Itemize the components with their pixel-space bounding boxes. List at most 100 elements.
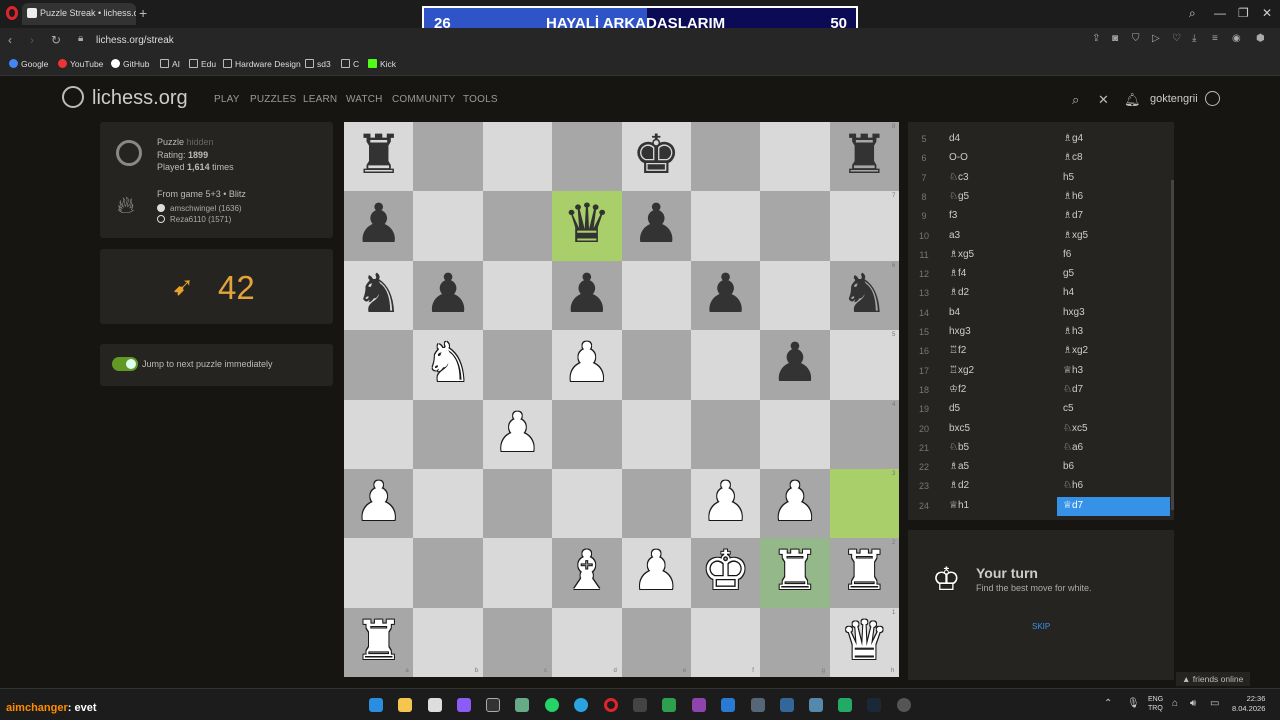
white-player[interactable]: amschwingel (1636): [157, 204, 242, 213]
move-black[interactable]: ♗c8: [1063, 152, 1083, 163]
bookmark-github[interactable]: GitHub: [111, 59, 149, 69]
piece-h2[interactable]: ♜: [830, 538, 899, 607]
app-icon[interactable]: [751, 698, 765, 712]
piece-a1[interactable]: ♜: [344, 608, 413, 677]
network-icon[interactable]: ⌂: [1172, 698, 1178, 709]
profile-icon[interactable]: ◉: [1232, 33, 1241, 44]
square-g8[interactable]: [760, 122, 830, 192]
square-f4[interactable]: [690, 399, 761, 469]
piece-a7[interactable]: ♟: [344, 191, 413, 260]
nav-watch[interactable]: WATCH: [346, 94, 383, 105]
piece-f3[interactable]: ♟: [691, 469, 760, 538]
bookmark-c[interactable]: C: [341, 59, 359, 69]
square-a2[interactable]: [344, 538, 414, 608]
square-c1[interactable]: [482, 607, 553, 678]
piece-e8[interactable]: ♚: [622, 122, 691, 191]
move-white[interactable]: ♖xg2: [949, 365, 974, 376]
square-g4[interactable]: [760, 399, 830, 469]
piece-f6[interactable]: ♟: [691, 261, 760, 330]
language-indicator[interactable]: ENG TRQ: [1148, 695, 1163, 713]
square-c7[interactable]: [482, 191, 553, 261]
battery-icon[interactable]: ▭: [1210, 698, 1219, 709]
square-b2[interactable]: [413, 538, 483, 608]
move-black[interactable]: c5: [1063, 403, 1074, 414]
browser-tab[interactable]: Puzzle Streak • lichess.org: [22, 3, 136, 25]
square-f5[interactable]: [690, 330, 761, 400]
square-g7[interactable]: [760, 191, 830, 261]
file-explorer-icon[interactable]: [398, 698, 412, 712]
square-e4[interactable]: [621, 399, 691, 469]
from-game-link[interactable]: From game 5+3 • Blitz: [157, 189, 246, 199]
app-icon[interactable]: [457, 698, 471, 712]
move-white[interactable]: ♗d2: [949, 480, 969, 491]
friends-online-button[interactable]: ▲ friends online: [1176, 672, 1250, 686]
back-icon[interactable]: ‹: [8, 33, 12, 47]
close-window-icon[interactable]: ✕: [1262, 6, 1272, 20]
square-a5[interactable]: [344, 330, 414, 400]
move-white[interactable]: bxc5: [949, 423, 970, 434]
move-white[interactable]: b4: [949, 307, 960, 318]
maximize-icon[interactable]: ❐: [1238, 6, 1249, 20]
piece-b5[interactable]: ♞: [413, 330, 482, 399]
square-d3[interactable]: [552, 468, 622, 539]
piece-g3[interactable]: ♟: [760, 469, 829, 538]
share-icon[interactable]: ⇪: [1092, 33, 1100, 44]
move-black[interactable]: ♕h3: [1063, 365, 1083, 376]
square-f8[interactable]: [690, 122, 761, 192]
camera-icon[interactable]: ◙: [1112, 33, 1118, 44]
move-black[interactable]: ♗xg2: [1063, 345, 1088, 356]
square-e3[interactable]: [621, 468, 691, 539]
square-g6[interactable]: [760, 260, 830, 331]
move-white[interactable]: ♘c3: [949, 172, 969, 183]
app-icon[interactable]: [897, 698, 911, 712]
app-icon[interactable]: [780, 698, 794, 712]
nav-tools[interactable]: TOOLS: [463, 94, 498, 105]
square-h3[interactable]: [829, 468, 900, 539]
piece-e2[interactable]: ♟: [622, 538, 691, 607]
square-b7[interactable]: [413, 191, 483, 261]
bookmark-edu[interactable]: Edu: [189, 59, 216, 69]
piece-d6[interactable]: ♟: [552, 261, 621, 330]
square-b3[interactable]: [413, 468, 483, 539]
forward-icon[interactable]: ›: [30, 33, 34, 47]
move-black[interactable]: ♘xc5: [1063, 423, 1088, 434]
bookmark-sd3[interactable]: sd3: [305, 59, 331, 69]
search-icon[interactable]: ⌕: [1072, 92, 1079, 108]
piece-g5[interactable]: ♟: [760, 330, 829, 399]
square-h4[interactable]: [829, 399, 900, 469]
square-c5[interactable]: [482, 330, 553, 400]
piece-g2[interactable]: ♜: [760, 538, 829, 607]
move-black[interactable]: ♗h3: [1063, 326, 1083, 337]
move-white[interactable]: O-O: [949, 152, 968, 163]
square-f7[interactable]: [690, 191, 761, 261]
move-black[interactable]: ♗d7: [1063, 210, 1083, 221]
bookmark-hardware-design[interactable]: Hardware Design: [223, 59, 301, 69]
bookmark-ai[interactable]: AI: [160, 59, 180, 69]
move-white[interactable]: ♘b5: [949, 442, 969, 453]
search-tabs-icon[interactable]: ⌕: [1189, 6, 1196, 21]
square-c2[interactable]: [482, 538, 553, 608]
square-g1[interactable]: [760, 607, 830, 678]
extension-icon[interactable]: ⬢: [1256, 33, 1265, 44]
move-white[interactable]: ♗d2: [949, 287, 969, 298]
site-logo[interactable]: lichess.org: [62, 86, 188, 110]
close-icon[interactable]: ✕: [1098, 92, 1109, 108]
square-b8[interactable]: [413, 122, 483, 192]
user-avatar-icon[interactable]: [1205, 91, 1220, 106]
piece-h6[interactable]: ♞: [830, 261, 899, 330]
opera-taskbar-icon[interactable]: [604, 698, 618, 712]
move-white[interactable]: ♗xg5: [949, 249, 974, 260]
move-white[interactable]: d4: [949, 133, 960, 144]
piece-e7[interactable]: ♟: [622, 191, 691, 260]
nav-puzzles[interactable]: PUZZLES: [250, 94, 296, 105]
chess-board[interactable]: ♜ ♚ ♜ ♟ ♛ ♟ ♞ ♟ ♟ ♟ ♞ ♞ ♟ ♟ ♟ ♟ ♟ ♟ ♝ ♟ ♚ ♜ ♜ ♜ ♛ 8 7 6 5 4 3 2 1 a b c d e f g…: [344, 122, 900, 678]
square-c6[interactable]: [482, 260, 553, 331]
clock[interactable]: 22:36 8.04.2026: [1232, 694, 1265, 714]
square-d8[interactable]: [552, 122, 622, 192]
move-black[interactable]: g5: [1063, 268, 1074, 279]
piece-d2[interactable]: ♝: [552, 538, 621, 607]
telegram-icon[interactable]: [574, 698, 588, 712]
new-tab-icon[interactable]: +: [139, 5, 147, 21]
piece-b6[interactable]: ♟: [413, 261, 482, 330]
piece-d5[interactable]: ♟: [552, 330, 621, 399]
